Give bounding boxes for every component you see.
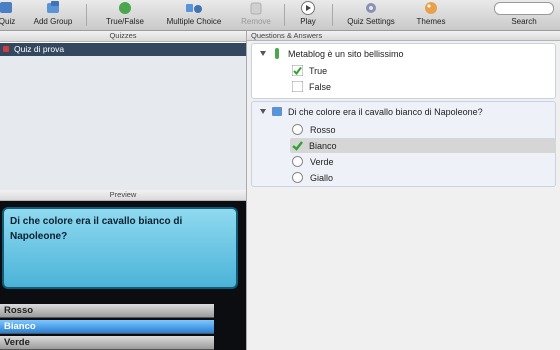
preview-header: Preview (0, 190, 246, 201)
checkmark-icon (291, 64, 304, 77)
true-false-icon (116, 1, 134, 15)
answer-row[interactable]: Giallo (292, 170, 333, 185)
quiz-settings-button[interactable]: Quiz Settings (340, 0, 402, 30)
multiple-choice-question-icon (272, 106, 282, 117)
left-panel: Quizzes Quiz di prova Preview Di che col… (0, 31, 247, 350)
preview-answer-selected[interactable]: Bianco (0, 320, 214, 334)
play-button[interactable]: Play (292, 0, 324, 30)
questions-answers-header: Questions & Answers (247, 31, 560, 41)
toolbar-separator (332, 4, 333, 26)
play-icon (299, 1, 317, 15)
preview-answer[interactable]: Rosso (0, 304, 214, 318)
remove-icon (247, 1, 265, 15)
disclosure-triangle-icon[interactable] (260, 109, 266, 114)
radio-icon (292, 124, 303, 135)
answer-row-selected[interactable]: Bianco (290, 138, 556, 153)
gear-icon (362, 1, 380, 15)
themes-icon (422, 1, 440, 15)
answer-text: Giallo (310, 172, 334, 183)
question-block: Metablog è un sito bellissimo True False (251, 43, 556, 99)
add-group-button[interactable]: Add Group (28, 0, 78, 30)
radio-icon (292, 172, 303, 183)
answer-text: Verde (310, 156, 334, 167)
quiz-list-item[interactable]: Quiz di prova (0, 43, 246, 56)
answer-text: True (309, 65, 328, 76)
answer-row[interactable]: False (291, 79, 332, 94)
answer-text: False (309, 81, 332, 92)
quiz-label: Quiz (0, 17, 16, 26)
questions-answers-panel: Questions & Answers Metablog è un sito b… (247, 31, 560, 350)
answer-row[interactable]: True (291, 63, 328, 78)
answer-text: Bianco (309, 140, 337, 151)
quiz-button[interactable]: Quiz (0, 0, 20, 30)
toolbar-separator (86, 4, 87, 26)
question-row[interactable]: Metablog è un sito bellissimo (260, 46, 404, 61)
themes-label: Themes (416, 17, 446, 26)
question-row[interactable]: Di che colore era il cavallo bianco di N… (260, 104, 483, 119)
radio-icon (292, 156, 303, 167)
search-field-label-wrap: Search (504, 0, 544, 30)
quiz-icon (0, 1, 16, 15)
remove-button[interactable]: Remove (236, 0, 276, 30)
preview-answer[interactable]: Verde (0, 336, 214, 350)
search-label: Search (511, 17, 537, 26)
toolbar: Quiz Add Group True/False Multiple Choic… (0, 0, 560, 31)
answer-text: Rosso (310, 124, 336, 135)
multiple-choice-label: Multiple Choice (166, 17, 222, 26)
multiple-choice-button[interactable]: Multiple Choice (158, 0, 230, 30)
true-false-button[interactable]: True/False (98, 0, 152, 30)
question-block: Di che colore era il cavallo bianco di N… (251, 101, 556, 187)
multiple-choice-icon (185, 1, 203, 15)
quiz-icon (3, 46, 9, 52)
add-group-label: Add Group (33, 17, 73, 26)
answer-row[interactable]: Verde (292, 154, 334, 169)
true-false-question-icon (272, 48, 282, 59)
question-text: Metablog è un sito bellissimo (288, 48, 404, 59)
answer-row[interactable]: Rosso (292, 122, 336, 137)
themes-button[interactable]: Themes (408, 0, 454, 30)
preview-question: Di che colore era il cavallo bianco di N… (2, 207, 238, 289)
remove-label: Remove (241, 17, 271, 26)
true-false-label: True/False (106, 17, 144, 26)
quizzes-header: Quizzes (0, 31, 246, 42)
quiz-settings-label: Quiz Settings (347, 17, 395, 26)
play-label: Play (300, 17, 316, 26)
checkmark-icon (292, 140, 303, 151)
quiz-item-label: Quiz di prova (14, 44, 65, 54)
question-text: Di che colore era il cavallo bianco di N… (288, 106, 483, 117)
checkbox-icon (291, 80, 304, 93)
add-group-icon (44, 1, 62, 15)
preview-pane: Di che colore era il cavallo bianco di N… (0, 201, 246, 350)
toolbar-separator (284, 4, 285, 26)
disclosure-triangle-icon[interactable] (260, 51, 266, 56)
